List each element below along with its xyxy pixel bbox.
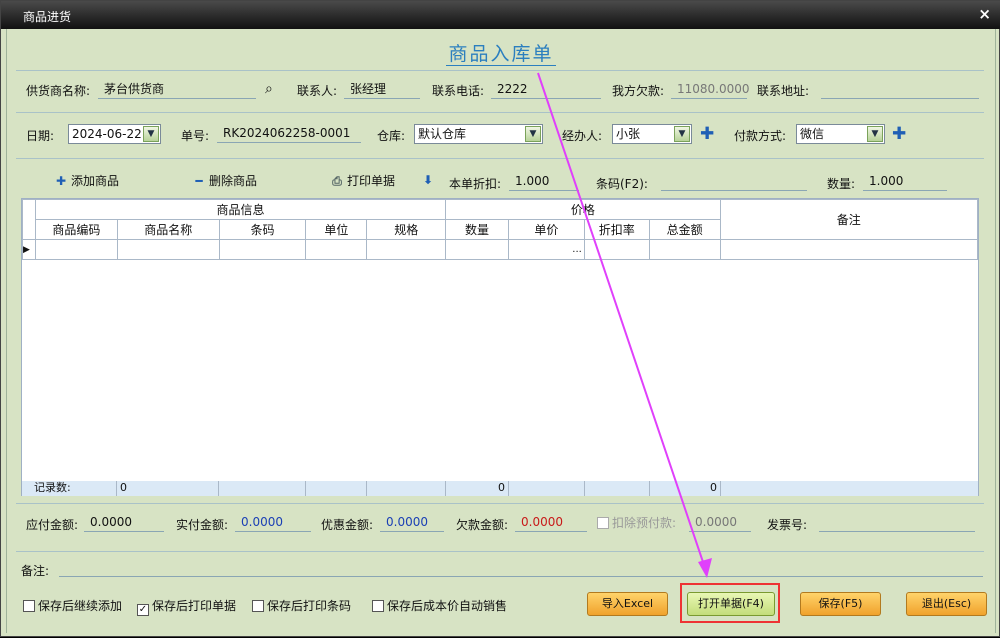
- arrow-head: [698, 558, 712, 578]
- dialog-window: 商品进货 × 商品入库单 供货商名称: 茅台供货商 ⌕ 联系人: 张经理 联系电…: [0, 0, 1000, 637]
- annotation-arrow: [537, 72, 712, 578]
- arrow-line: [537, 72, 706, 569]
